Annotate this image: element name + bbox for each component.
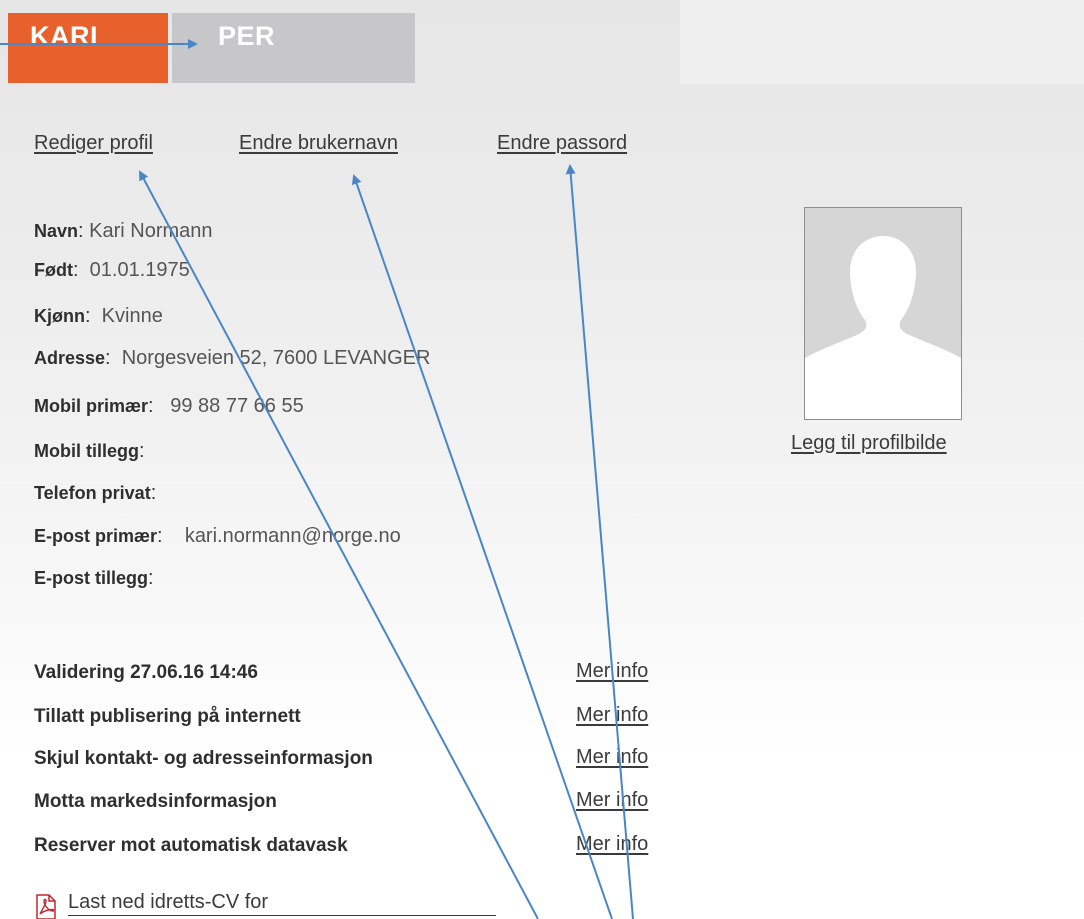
profile-photo-placeholder (804, 207, 962, 420)
field-address-label: Adresse (34, 348, 106, 368)
field-gender-value: Kvinne (101, 305, 163, 327)
field-gender-label: Kjønn (34, 306, 85, 326)
field-mobile-primary-label: Mobil primær (34, 396, 149, 416)
setting-validation: Validering 27.06.16 14:46 (34, 662, 258, 683)
field-mobile-primary-value: 99 88 77 66 55 (170, 395, 304, 417)
tab-per-label: PER (218, 21, 276, 51)
field-mobile-extra: Mobil tillegg: (34, 440, 145, 462)
field-mobile-primary: Mobil primær: 99 88 77 66 55 (34, 395, 304, 417)
setting-marketing-info: Motta markedsinformasjon (34, 791, 277, 812)
more-info-validation-link[interactable]: Mer info (576, 660, 648, 683)
tab-kari[interactable]: KARI (8, 13, 168, 83)
field-name-value: Kari Normann (89, 220, 213, 242)
tab-kari-label: KARI (30, 21, 98, 51)
add-profile-photo-link[interactable]: Legg til profilbilde (791, 432, 947, 455)
field-name: Navn: Kari Normann (34, 220, 213, 242)
field-born-label: Født (34, 260, 73, 280)
download-sports-cv-link[interactable]: Last ned idretts-CV for (68, 891, 496, 916)
more-info-internet-publishing-link[interactable]: Mer info (576, 704, 648, 727)
field-email-primary-label: E-post primær (34, 526, 158, 546)
field-mobile-extra-label: Mobil tillegg (34, 441, 139, 461)
setting-hide-contact: Skjul kontakt- og adresseinformasjon (34, 748, 373, 769)
more-info-marketing-link[interactable]: Mer info (576, 789, 648, 812)
more-info-data-wash-link[interactable]: Mer info (576, 833, 648, 856)
field-email-extra: E-post tillegg: (34, 567, 154, 589)
field-email-extra-label: E-post tillegg (34, 568, 148, 588)
setting-data-wash: Reserver mot automatisk datavask (34, 835, 348, 856)
field-email-primary: E-post primær: kari.normann@norge.no (34, 525, 401, 547)
field-name-label: Navn (34, 221, 79, 241)
field-gender: Kjønn: Kvinne (34, 305, 163, 327)
change-username-link[interactable]: Endre brukernavn (239, 132, 398, 155)
field-born-value: 01.01.1975 (89, 259, 190, 281)
field-address: Adresse: Norgesveien 52, 7600 LEVANGER (34, 347, 431, 369)
change-password-link[interactable]: Endre passord (497, 132, 627, 155)
field-phone-private-label: Telefon privat (34, 483, 151, 503)
tab-per[interactable]: PER (172, 13, 415, 83)
field-phone-private: Telefon privat: (34, 482, 157, 504)
more-info-hide-contact-link[interactable]: Mer info (576, 746, 648, 769)
header-band (680, 0, 1084, 84)
setting-internet-publishing: Tillatt publisering på internett (34, 706, 301, 727)
person-silhouette-icon (805, 208, 961, 419)
edit-profile-link[interactable]: Rediger profil (34, 132, 153, 155)
field-born: Født: 01.01.1975 (34, 259, 190, 281)
field-address-value: Norgesveien 52, 7600 LEVANGER (121, 347, 431, 369)
field-email-primary-value: kari.normann@norge.no (184, 525, 401, 547)
pdf-icon (36, 894, 56, 919)
